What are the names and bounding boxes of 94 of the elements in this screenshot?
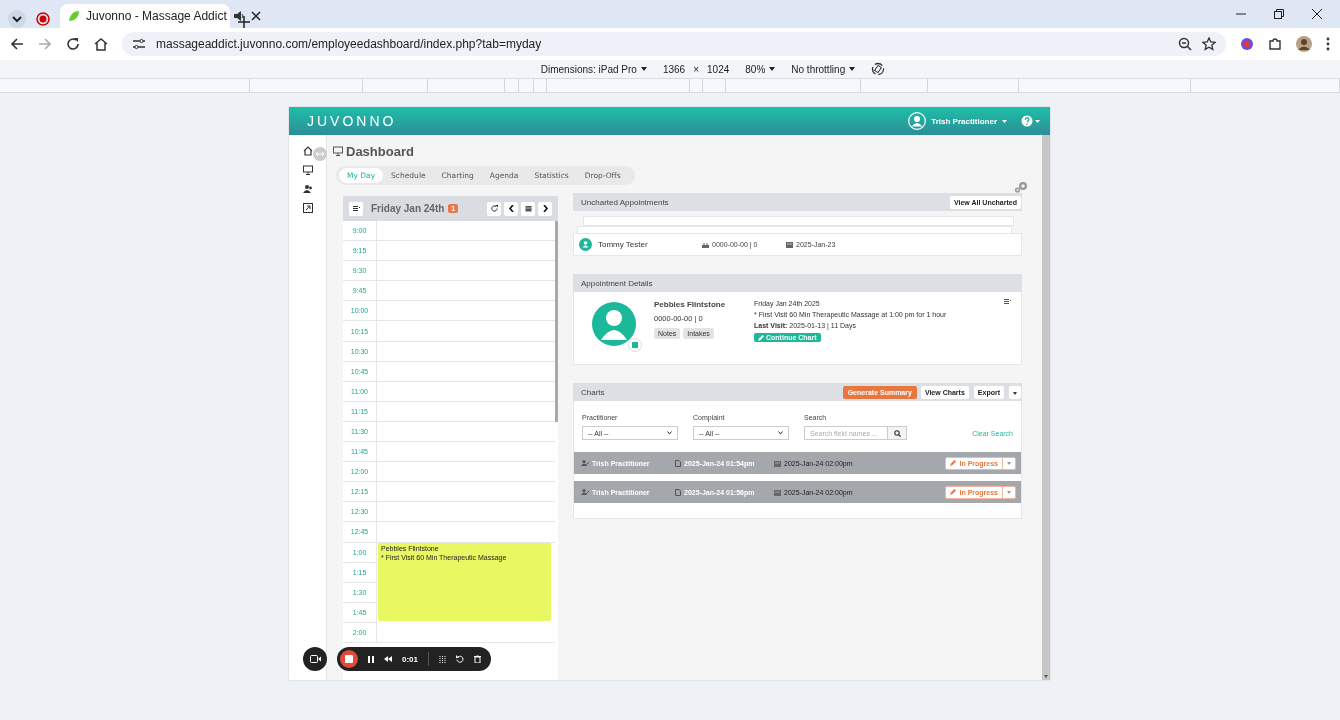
refresh-button[interactable] [487,201,501,216]
menu-icon[interactable] [1004,299,1011,305]
booked-slot[interactable] [378,542,551,563]
export-dropdown-button[interactable] [1009,385,1021,399]
reload-icon[interactable] [66,37,80,51]
rewind-icon[interactable] [384,656,392,662]
address-field[interactable]: massageaddict.juvonno.com/employeedashboard/index.php?tab=myday [122,32,1226,56]
client-name: Tommy Tester [598,240,649,249]
panel-title: Appointment Details [581,278,653,288]
caret-icon [1007,490,1011,494]
leaf-icon [68,10,80,22]
search-icon [893,429,901,437]
calendar-date: Friday Jan 24th [371,203,445,214]
collapse-toggle-icon[interactable] [313,147,327,161]
record-icon[interactable] [34,10,52,28]
list-icon [352,205,360,212]
panel-title: Uncharted Appointments [581,197,669,207]
recording-time: 0:01 [402,654,418,664]
document-icon [675,459,681,467]
caret-icon [640,67,647,71]
pencil-icon [950,489,957,495]
trash-icon[interactable] [474,655,481,663]
close-icon[interactable] [1312,9,1322,19]
monitor-icon [333,146,343,156]
calendar-button[interactable] [521,201,535,216]
restart-icon[interactable] [456,655,464,663]
page-title: Dashboard [346,143,414,159]
caret-icon [1013,391,1017,395]
height-value: 1024 [707,63,730,75]
zoom-icon[interactable] [1178,37,1192,51]
client-avatar-icon [592,302,636,346]
forward-icon [38,37,52,51]
zoom-dropdown[interactable]: 80% [745,63,776,75]
help-menu[interactable] [1021,115,1040,127]
home-icon[interactable] [302,146,313,156]
close-icon[interactable] [250,11,261,21]
previous-icon [507,205,515,212]
next-icon [541,205,549,212]
user-edit-icon [581,460,589,466]
gears-icon[interactable] [1014,181,1028,193]
speaker-icon [232,10,245,22]
back-icon[interactable] [10,37,24,51]
calendar-icon [774,488,781,496]
search-button[interactable] [888,426,907,440]
new-tab-icon[interactable] [238,16,250,28]
monitor-icon[interactable] [302,165,313,175]
caret-icon [1035,119,1040,123]
camera-icon [309,655,321,663]
next-button[interactable] [538,201,552,216]
scroll-arrow-icon [1044,675,1048,678]
times-sign: × [693,63,700,75]
client-name: Pebbles Flintstone [654,300,727,309]
panel-title: Charts [581,387,605,397]
more-icon[interactable] [1326,37,1330,51]
stop-icon [345,655,353,663]
people-icon[interactable] [302,184,313,194]
caret-icon [769,67,776,71]
caret-icon [849,67,856,71]
calendar-badge-icon [628,338,642,352]
calendar-icon [774,459,781,467]
width-value: 1366 [662,63,686,75]
cake-icon [702,241,709,248]
puzzle-icon[interactable] [1268,37,1282,51]
previous-button[interactable] [504,201,518,216]
dropdown-icon[interactable] [8,10,26,28]
caret-icon [1007,461,1011,465]
extension-colorful-icon[interactable] [1240,37,1254,51]
caret-icon [1002,119,1007,123]
pencil-icon [758,334,764,341]
help-icon [1021,115,1033,127]
avatar-icon[interactable] [1296,36,1312,52]
app-logo: JUVONNO [307,113,397,129]
site-settings-icon [132,38,146,50]
throttling-dropdown[interactable]: No throttling [791,63,856,75]
grid-icon[interactable] [439,655,446,663]
user-edit-icon [581,489,589,495]
calendar-icon [524,205,532,212]
stop-button[interactable] [340,650,358,668]
star-icon[interactable] [1202,37,1216,51]
restore-icon[interactable] [1274,9,1284,19]
external-link-icon[interactable] [302,203,313,213]
calendar-icon [786,241,793,248]
pause-icon[interactable] [368,655,374,663]
home-icon[interactable] [94,37,108,51]
user-avatar-icon [908,112,927,130]
document-icon [675,488,681,496]
menu-button[interactable] [349,201,363,216]
rotate-icon[interactable] [871,62,886,76]
pencil-icon [950,460,957,466]
chevron-icon [778,431,783,435]
client-avatar-icon [579,238,592,251]
refresh-icon [490,205,498,212]
dimensions-dropdown[interactable]: Dimensions: iPad Pro [540,63,647,75]
chevron-icon [667,431,672,435]
